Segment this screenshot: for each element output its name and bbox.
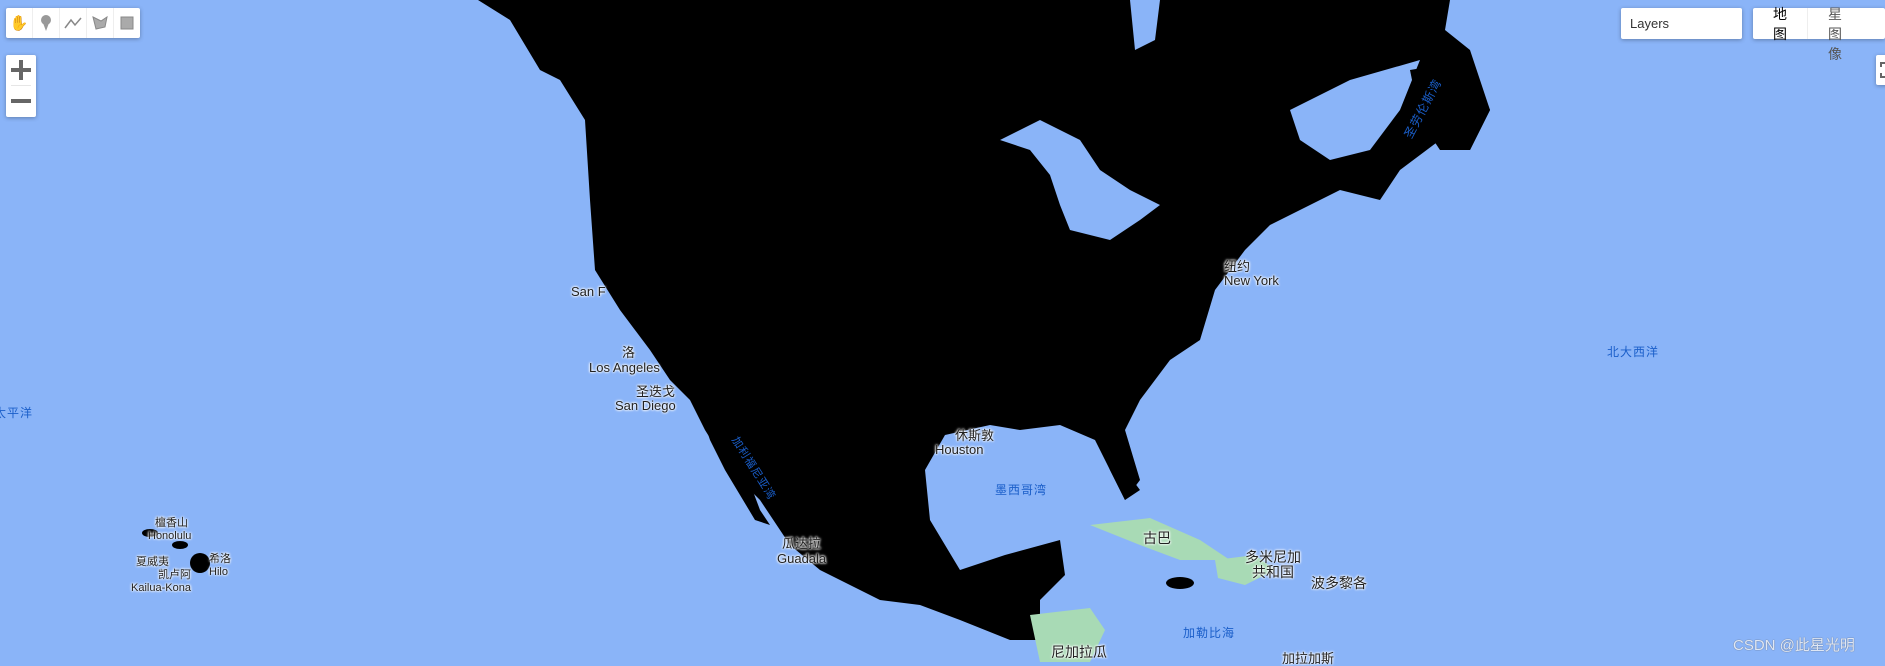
polygon-icon: [92, 16, 108, 30]
marker-tool-button[interactable]: [33, 8, 60, 38]
zoom-in-button[interactable]: [6, 55, 36, 85]
line-icon: [64, 17, 82, 29]
label-houston: Houston: [935, 442, 984, 457]
layers-button[interactable]: Layers: [1621, 8, 1742, 39]
layers-label: Layers: [1630, 16, 1670, 31]
label-kailua: Kailua-Kona: [131, 582, 191, 594]
label-guadalajara: Guadala: [777, 551, 827, 566]
map-canvas[interactable]: [0, 0, 1885, 662]
label-hawaii-cn: 夏威夷: [136, 556, 169, 568]
label-kailua-cn: 凯卢阿: [158, 569, 191, 581]
watermark: CSDN @此星光明: [1733, 637, 1855, 654]
map-type-satellite-button[interactable]: 卫星图像: [1807, 0, 1885, 62]
label-dominican-line2: 共和国: [1252, 564, 1294, 580]
drawing-toolbar: ✋: [6, 8, 140, 38]
marker-icon: [41, 15, 51, 31]
label-guadalajara-cn: 瓜达拉: [782, 536, 822, 551]
label-los-angeles-cn: 洛: [622, 345, 636, 360]
label-honolulu-cn: 檀香山: [155, 517, 188, 529]
label-gulf-of-mexico: 墨西哥湾: [995, 483, 1048, 497]
label-pacific-ocean: 太平洋: [0, 406, 34, 420]
label-hilo-cn: 希洛: [209, 553, 231, 565]
fullscreen-icon: [1880, 62, 1885, 78]
fullscreen-button[interactable]: [1876, 55, 1885, 85]
label-san-diego: San Diego: [615, 398, 676, 413]
label-dominican-line1: 多米尼加: [1245, 549, 1301, 565]
jamaica: [1166, 577, 1194, 589]
map-type-control: 地图 卫星图像: [1753, 0, 1885, 62]
line-tool-button[interactable]: [60, 8, 87, 38]
minus-icon: [11, 99, 31, 103]
plus-icon: [11, 60, 31, 80]
label-san-francisco: San F: [571, 284, 606, 299]
rectangle-icon: [120, 16, 134, 30]
hand-tool-button[interactable]: ✋: [6, 8, 33, 38]
zoom-control: [6, 55, 36, 117]
label-san-diego-cn: 圣迭戈: [636, 384, 676, 399]
hand-icon: ✋: [9, 15, 29, 32]
polygon-tool-button[interactable]: [87, 8, 114, 38]
label-cuba: 古巴: [1143, 530, 1171, 546]
map-type-map-button[interactable]: 地图: [1753, 6, 1807, 42]
label-puerto-rico: 波多黎各: [1311, 575, 1367, 591]
hawaii-island: [190, 553, 210, 573]
label-houston-cn: 休斯敦: [955, 428, 995, 443]
label-new-york-cn: 纽约: [1224, 259, 1251, 274]
label-north-atlantic: 北大西洋: [1607, 345, 1660, 359]
label-hilo: Hilo: [209, 566, 228, 578]
rectangle-tool-button[interactable]: [114, 8, 140, 38]
label-los-angeles: Los Angeles: [589, 360, 660, 375]
label-honolulu: Honolulu: [148, 530, 192, 542]
zoom-out-button[interactable]: [6, 86, 36, 116]
label-nicaragua: 尼加拉瓜: [1051, 644, 1107, 660]
label-caribbean-sea: 加勒比海: [1183, 626, 1236, 640]
label-new-york: New York: [1224, 273, 1279, 288]
label-caracas: 加拉加斯: [1282, 651, 1335, 666]
